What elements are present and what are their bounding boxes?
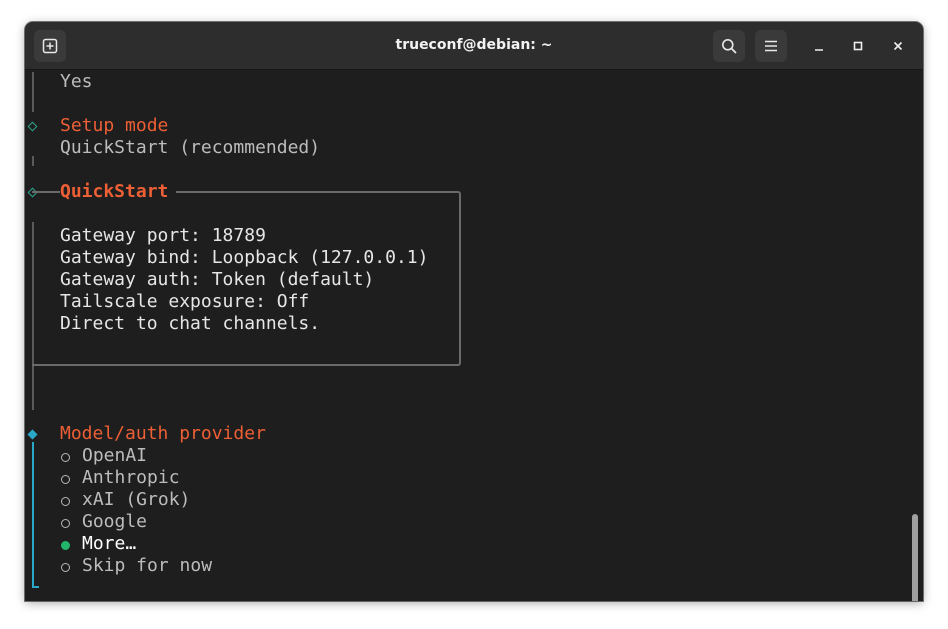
flow-guide-line bbox=[32, 72, 34, 112]
done-step-icon bbox=[27, 121, 38, 132]
radio-selected-icon bbox=[61, 541, 70, 550]
radio-unselected-icon bbox=[61, 563, 70, 572]
radio-unselected-icon bbox=[61, 497, 70, 506]
menu-button[interactable] bbox=[755, 30, 787, 62]
quickstart-line: Tailscale exposure: Off bbox=[60, 291, 310, 312]
quickstart-line: Gateway bind: Loopback (127.0.0.1) bbox=[60, 247, 429, 268]
setup-mode-heading: Setup mode bbox=[60, 115, 169, 136]
option-label: Skip for now bbox=[82, 555, 213, 576]
scrollbar-thumb[interactable] bbox=[912, 514, 918, 601]
radio-unselected-icon bbox=[61, 475, 70, 484]
option-label: Anthropic bbox=[82, 467, 180, 488]
provider-heading: Model/auth provider bbox=[60, 423, 266, 444]
maximize-button[interactable] bbox=[846, 34, 870, 58]
quickstart-line: Direct to chat channels. bbox=[60, 313, 321, 334]
terminal-output[interactable]: Yes Setup mode QuickStart (recommended) … bbox=[25, 70, 923, 601]
quickstart-heading: QuickStart bbox=[60, 181, 177, 203]
active-guide-line bbox=[32, 442, 34, 588]
radio-unselected-icon bbox=[61, 519, 70, 528]
close-button[interactable] bbox=[886, 34, 910, 58]
flow-guide-line bbox=[32, 156, 34, 166]
maximize-icon bbox=[853, 41, 863, 51]
quickstart-line: Gateway auth: Token (default) bbox=[60, 269, 375, 290]
option-label: Google bbox=[82, 511, 148, 532]
search-button[interactable] bbox=[713, 30, 745, 62]
option-label: More… bbox=[82, 533, 137, 554]
option-label: xAI (Grok) bbox=[82, 489, 191, 510]
active-guide-end bbox=[32, 586, 39, 588]
minimize-icon bbox=[815, 49, 823, 51]
active-step-icon bbox=[27, 429, 38, 440]
quickstart-line: Gateway port: 18789 bbox=[60, 225, 266, 246]
hamburger-menu-icon bbox=[765, 40, 777, 52]
radio-unselected-icon bbox=[61, 453, 70, 462]
setup-mode-value: QuickStart (recommended) bbox=[60, 137, 321, 158]
close-icon bbox=[893, 41, 903, 51]
window-title: trueconf@debian: ~ bbox=[395, 37, 553, 53]
search-icon bbox=[722, 39, 737, 54]
minimize-button[interactable] bbox=[807, 34, 831, 58]
previous-answer: Yes bbox=[60, 71, 93, 92]
option-label: OpenAI bbox=[82, 445, 148, 466]
terminal-window: trueconf@debian: ~ Yes Setup mode QuickS… bbox=[25, 22, 923, 601]
title-bar: trueconf@debian: ~ bbox=[25, 22, 923, 70]
